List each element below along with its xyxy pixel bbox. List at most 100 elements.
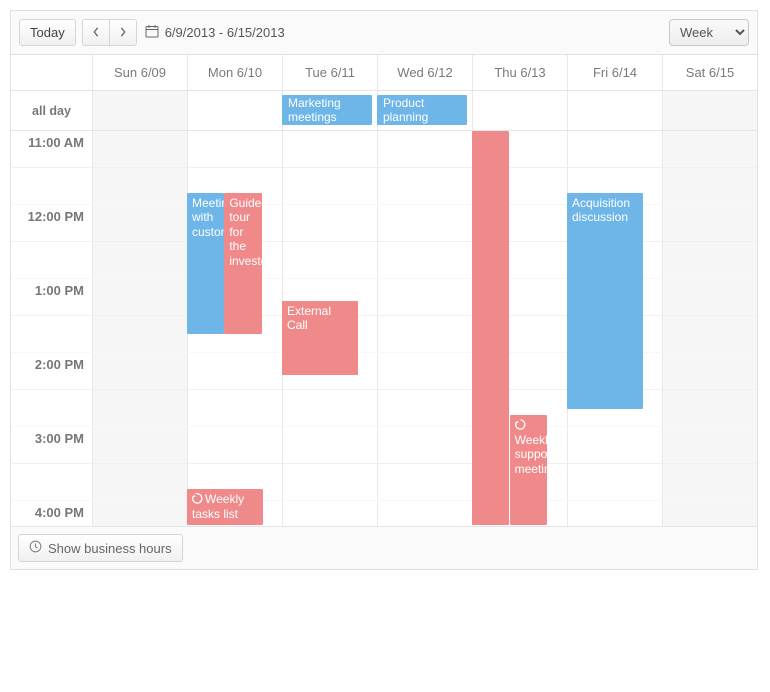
- time-cell[interactable]: [377, 279, 472, 315]
- time-cell[interactable]: [662, 353, 757, 389]
- allday-cell[interactable]: [92, 91, 187, 130]
- time-cell[interactable]: [662, 242, 757, 278]
- time-cell[interactable]: [377, 205, 472, 241]
- date-range-text: 6/9/2013 - 6/15/2013: [165, 25, 285, 40]
- time-cell[interactable]: [377, 353, 472, 389]
- time-cell[interactable]: [92, 390, 187, 426]
- event-thu-block[interactable]: [472, 131, 509, 525]
- time-cell[interactable]: [662, 427, 757, 463]
- time-cell[interactable]: [92, 242, 187, 278]
- allday-row: all day Marketing meetings Product plann…: [11, 91, 757, 131]
- prev-button[interactable]: [82, 19, 110, 46]
- day-header-mon[interactable]: Mon 6/10: [187, 55, 282, 90]
- time-cell[interactable]: [662, 390, 757, 426]
- time-cell[interactable]: [567, 131, 662, 167]
- time-cell[interactable]: [282, 168, 377, 204]
- time-cell[interactable]: [92, 205, 187, 241]
- time-cell[interactable]: [567, 427, 662, 463]
- time-cell[interactable]: [187, 390, 282, 426]
- time-label: [11, 464, 92, 500]
- recurring-icon: [192, 493, 203, 507]
- time-cell[interactable]: [92, 131, 187, 167]
- time-label: [11, 242, 92, 278]
- time-row-minor: [11, 242, 757, 279]
- header-gutter: [11, 55, 92, 90]
- time-cell[interactable]: [662, 279, 757, 315]
- date-range-label[interactable]: 6/9/2013 - 6/15/2013: [145, 24, 285, 41]
- time-cell[interactable]: [282, 427, 377, 463]
- time-row-minor: [11, 390, 757, 427]
- time-cell[interactable]: [92, 427, 187, 463]
- time-grid[interactable]: 11:00 AM12:00 PM1:00 PM2:00 PM3:00 PM4:0…: [11, 131, 757, 526]
- time-cell[interactable]: [282, 242, 377, 278]
- time-cell[interactable]: [377, 501, 472, 526]
- time-cell[interactable]: [662, 168, 757, 204]
- time-cell[interactable]: [282, 131, 377, 167]
- time-label: 12:00 PM: [11, 205, 92, 241]
- time-cell[interactable]: [92, 168, 187, 204]
- time-cell[interactable]: [662, 131, 757, 167]
- time-cell[interactable]: [377, 427, 472, 463]
- chevron-right-icon: [119, 25, 127, 40]
- time-label: [11, 316, 92, 352]
- time-cell[interactable]: [187, 353, 282, 389]
- time-cell[interactable]: [377, 464, 472, 500]
- next-button[interactable]: [109, 19, 137, 46]
- event-label: Weekly support meeting: [515, 433, 547, 476]
- event-external-call[interactable]: External Call: [282, 301, 358, 375]
- time-cell[interactable]: [662, 464, 757, 500]
- time-cell[interactable]: [662, 501, 757, 526]
- time-cell[interactable]: [377, 390, 472, 426]
- event-acquisition[interactable]: Acquisition discussion: [567, 193, 643, 409]
- time-cell[interactable]: [567, 464, 662, 500]
- event-weekly-support[interactable]: Weekly support meeting: [510, 415, 547, 525]
- time-cell[interactable]: [92, 279, 187, 315]
- toolbar: Today 6/9/2013 - 6/15/2013 DayWeekMonthA…: [11, 11, 757, 55]
- time-cell[interactable]: [662, 316, 757, 352]
- time-cell[interactable]: [377, 316, 472, 352]
- day-header-tue[interactable]: Tue 6/11: [282, 55, 377, 90]
- event-weekly-tasks[interactable]: Weekly tasks list: [187, 489, 263, 525]
- event-guided-tour[interactable]: Guided tour for the investors: [224, 193, 261, 334]
- time-row-major: 1:00 PM: [11, 279, 757, 316]
- clock-icon: [29, 540, 42, 556]
- scheduler: Today 6/9/2013 - 6/15/2013 DayWeekMonthA…: [10, 10, 758, 570]
- time-cell[interactable]: [567, 501, 662, 526]
- time-cell[interactable]: [282, 501, 377, 526]
- time-cell[interactable]: [187, 427, 282, 463]
- allday-grid[interactable]: Marketing meetings Product planning: [92, 91, 757, 130]
- allday-cell[interactable]: [567, 91, 662, 130]
- time-cell[interactable]: [282, 205, 377, 241]
- day-header-thu[interactable]: Thu 6/13: [472, 55, 567, 90]
- time-cell[interactable]: [187, 131, 282, 167]
- allday-cell[interactable]: [187, 91, 282, 130]
- view-select[interactable]: DayWeekMonthAgenda: [669, 19, 749, 46]
- time-cell[interactable]: [662, 205, 757, 241]
- time-row-minor: [11, 316, 757, 353]
- event-meeting-customers[interactable]: Meeting with customers: [187, 193, 224, 334]
- time-cell[interactable]: [377, 242, 472, 278]
- time-cell[interactable]: [282, 464, 377, 500]
- day-header-fri[interactable]: Fri 6/14: [567, 55, 662, 90]
- time-cell[interactable]: [377, 131, 472, 167]
- allday-event-marketing[interactable]: Marketing meetings: [282, 95, 372, 125]
- allday-cell[interactable]: [472, 91, 567, 130]
- allday-event-product-planning[interactable]: Product planning: [377, 95, 467, 125]
- time-cell[interactable]: [92, 316, 187, 352]
- allday-cell[interactable]: [662, 91, 757, 130]
- time-row-minor: [11, 464, 757, 501]
- time-cell[interactable]: [377, 168, 472, 204]
- time-label: 11:00 AM: [11, 131, 92, 167]
- day-header-wed[interactable]: Wed 6/12: [377, 55, 472, 90]
- time-cell[interactable]: [92, 353, 187, 389]
- time-row-major: 4:00 PM: [11, 501, 757, 526]
- day-header-sat[interactable]: Sat 6/15: [662, 55, 757, 90]
- show-business-hours-button[interactable]: Show business hours: [18, 534, 183, 562]
- today-button[interactable]: Today: [19, 19, 76, 46]
- calendar-icon: [145, 24, 159, 41]
- time-cell[interactable]: [92, 501, 187, 526]
- day-header-sun[interactable]: Sun 6/09: [92, 55, 187, 90]
- time-label: [11, 168, 92, 204]
- time-cell[interactable]: [282, 390, 377, 426]
- time-cell[interactable]: [92, 464, 187, 500]
